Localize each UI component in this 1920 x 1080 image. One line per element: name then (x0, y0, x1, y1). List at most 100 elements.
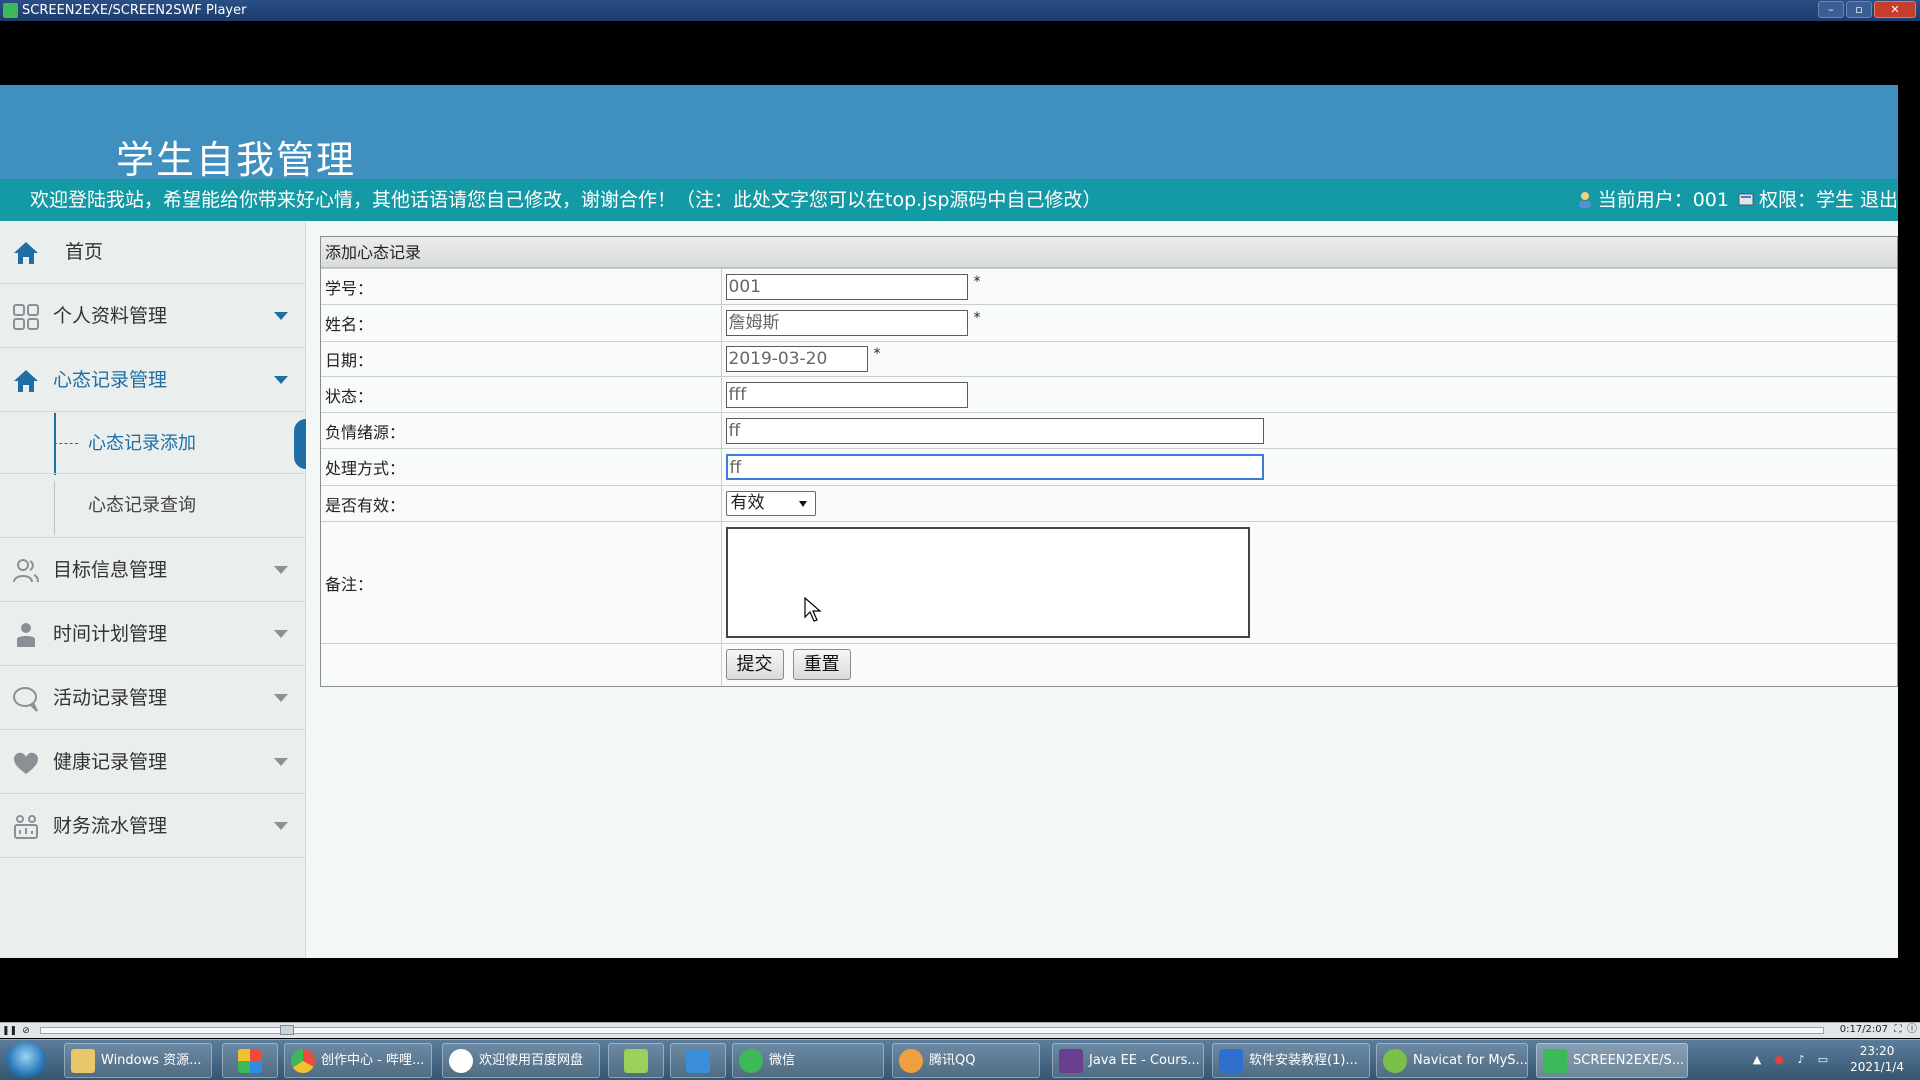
sidebar-item-label: 财务流水管理 (53, 815, 168, 837)
tray-app-icon[interactable]: ● (1772, 1053, 1786, 1067)
taskbar-item-baidu-netdisk[interactable]: 欢迎使用百度网盘 (442, 1043, 600, 1078)
date-label: 日期： (321, 341, 722, 377)
clock-time: 23:20 (1859, 1044, 1895, 1058)
sidebar-item-label: 活动记录管理 (53, 687, 168, 709)
reset-button[interactable]: 重置 (792, 649, 851, 681)
pause-icon[interactable]: ❚❚ (2, 1025, 17, 1037)
student-id-label: 学号： (321, 268, 722, 305)
sidebar-item-time-plan[interactable]: 时间计划管理 (0, 603, 306, 666)
student-id-field[interactable]: 001 (725, 273, 968, 300)
taskbar-item-navicat[interactable]: Navicat for MyS... (1376, 1043, 1528, 1078)
sidebar-item-health[interactable]: 健康记录管理 (0, 731, 306, 794)
stop-icon[interactable]: ⊘ (20, 1025, 32, 1037)
handling-method-label: 处理方式： (321, 448, 722, 486)
welcome-bar: 欢迎登陆我站，希望能给你带来好心情，其他话语请您自己修改，谢谢合作！（注：此处文… (0, 179, 1898, 221)
dropdown-caret-icon (798, 501, 807, 507)
seek-thumb[interactable] (280, 1025, 294, 1035)
remark-label: 备注： (321, 521, 722, 644)
seek-track[interactable] (40, 1027, 1824, 1034)
site-title: 学生自我管理 (116, 138, 357, 182)
sidebar-item-label: 时间计划管理 (53, 623, 168, 645)
sidebar-item-label: 目标信息管理 (53, 559, 168, 581)
emotion-source-label: 负情绪源： (321, 412, 722, 449)
status-label: 状态： (321, 376, 722, 413)
taskbar-item-word-doc[interactable]: 软件安装教程(1)... (1212, 1043, 1370, 1078)
taskbar-item-explorer[interactable]: Windows 资源... (64, 1043, 212, 1078)
system-clock[interactable]: 23:20 2021/1/4 (1850, 1043, 1904, 1075)
info-icon[interactable]: ⓘ (1906, 1024, 1918, 1036)
sidebar-subitem-label: 心态记录添加 (88, 433, 196, 454)
taskbar-item-tool[interactable] (670, 1043, 726, 1078)
volume-icon[interactable]: ♪ (1794, 1053, 1808, 1067)
taskbar-item-chrome[interactable]: 创作中心 - 哔哩... (284, 1043, 432, 1078)
active-marker (294, 419, 306, 469)
required-mark: * (973, 273, 981, 290)
chevron-down-icon (274, 822, 288, 830)
validity-select[interactable]: 有效 (725, 491, 816, 516)
date-field[interactable]: 2019-03-20 (725, 346, 868, 372)
screen2exe-icon (1543, 1049, 1567, 1073)
sidebar-subitem-mood-add[interactable]: 心态记录添加 (0, 413, 306, 474)
sidebar-item-mood[interactable]: 心态记录管理 (0, 349, 306, 412)
sidebar-item-label: 首页 (65, 241, 104, 263)
player-window-title: SCREEN2EXE/SCREEN2SWF Player (22, 3, 247, 18)
player-app-icon (3, 3, 18, 18)
taskbar-item-eclipse[interactable]: Java EE - Cours... (1052, 1043, 1204, 1078)
clock-date: 2021/1/4 (1850, 1060, 1904, 1074)
grid-icon (13, 304, 39, 330)
validity-label: 是否有效： (321, 485, 722, 522)
system-tray: ▲ ● ♪ ▭ 23:20 2021/1/4 (1720, 1040, 1920, 1080)
qq-icon (899, 1049, 923, 1073)
taskbar: Windows 资源... 创作中心 - 哔哩... 欢迎使用百度网盘 微信 腾… (0, 1039, 1920, 1080)
sidebar-item-label: 心态记录管理 (53, 369, 168, 391)
chevron-down-icon (274, 312, 288, 320)
minimize-button[interactable]: – (1818, 1, 1844, 18)
welcome-message: 欢迎登陆我站，希望能给你带来好心情，其他话语请您自己修改，谢谢合作！（注：此处文… (30, 189, 1102, 211)
sidebar-item-label: 个人资料管理 (53, 305, 168, 327)
user-icon (1578, 192, 1591, 208)
required-mark: * (973, 310, 981, 326)
validity-selected-value: 有效 (730, 493, 765, 513)
player-title-bar: SCREEN2EXE/SCREEN2SWF Player – ▫ ✕ (0, 0, 1920, 21)
taskbar-item-app[interactable] (222, 1043, 278, 1078)
sidebar-item-home[interactable]: 首页 (0, 221, 306, 284)
sidebar-item-goals[interactable]: 目标信息管理 (0, 539, 306, 602)
taskbar-item-wechat[interactable]: 微信 (732, 1043, 884, 1078)
network-icon[interactable]: ▭ (1816, 1053, 1830, 1067)
logout-link[interactable]: 退出 (1860, 179, 1898, 221)
player-seekbar: ❚❚ ⊘ 0:17/2:07 ⛶ ⓘ (0, 1022, 1920, 1038)
wechat-icon (739, 1049, 763, 1073)
tray-expand-icon[interactable]: ▲ (1750, 1053, 1764, 1067)
taskbar-item-qq[interactable]: 腾讯QQ (892, 1043, 1040, 1078)
home-icon (14, 242, 38, 264)
chevron-down-icon (274, 376, 288, 384)
mouse-cursor-icon (804, 597, 822, 622)
status-field[interactable]: fff (725, 381, 968, 408)
chevron-down-icon (274, 694, 288, 702)
word-icon (1219, 1049, 1243, 1073)
sidebar-item-activities[interactable]: 活动记录管理 (0, 667, 306, 730)
name-field[interactable]: 詹姆斯 (725, 310, 968, 336)
chart-icon (14, 815, 38, 839)
handling-method-field[interactable]: ff (725, 454, 1264, 480)
sidebar: 首页 个人资料管理 心态记录管理 心态记录添加 心态记录查询 目标信息管理 时间… (0, 221, 306, 958)
sidebar-item-profile[interactable]: 个人资料管理 (0, 285, 306, 348)
navicat-icon (1383, 1049, 1407, 1073)
name-label: 姓名： (321, 304, 722, 342)
start-button[interactable] (6, 1042, 46, 1078)
sidebar-item-finance[interactable]: 财务流水管理 (0, 795, 306, 858)
site-header: 学生自我管理 (0, 85, 1898, 182)
taskbar-item-editor[interactable] (608, 1043, 664, 1078)
list-icon (686, 1049, 710, 1073)
folder-icon (71, 1049, 95, 1073)
fullscreen-icon[interactable]: ⛶ (1892, 1024, 1904, 1036)
person-icon (17, 623, 35, 647)
close-button[interactable]: ✕ (1874, 1, 1916, 18)
submit-button[interactable]: 提交 (725, 649, 784, 681)
emotion-source-field[interactable]: ff (725, 417, 1264, 444)
sidebar-subitem-mood-query[interactable]: 心态记录查询 (0, 475, 306, 536)
taskbar-item-screen2exe[interactable]: SCREEN2EXE/S... (1536, 1043, 1688, 1078)
maximize-button[interactable]: ▫ (1846, 1, 1872, 18)
sidebar-subitem-label: 心态记录查询 (88, 495, 196, 516)
chevron-down-icon (274, 566, 288, 574)
